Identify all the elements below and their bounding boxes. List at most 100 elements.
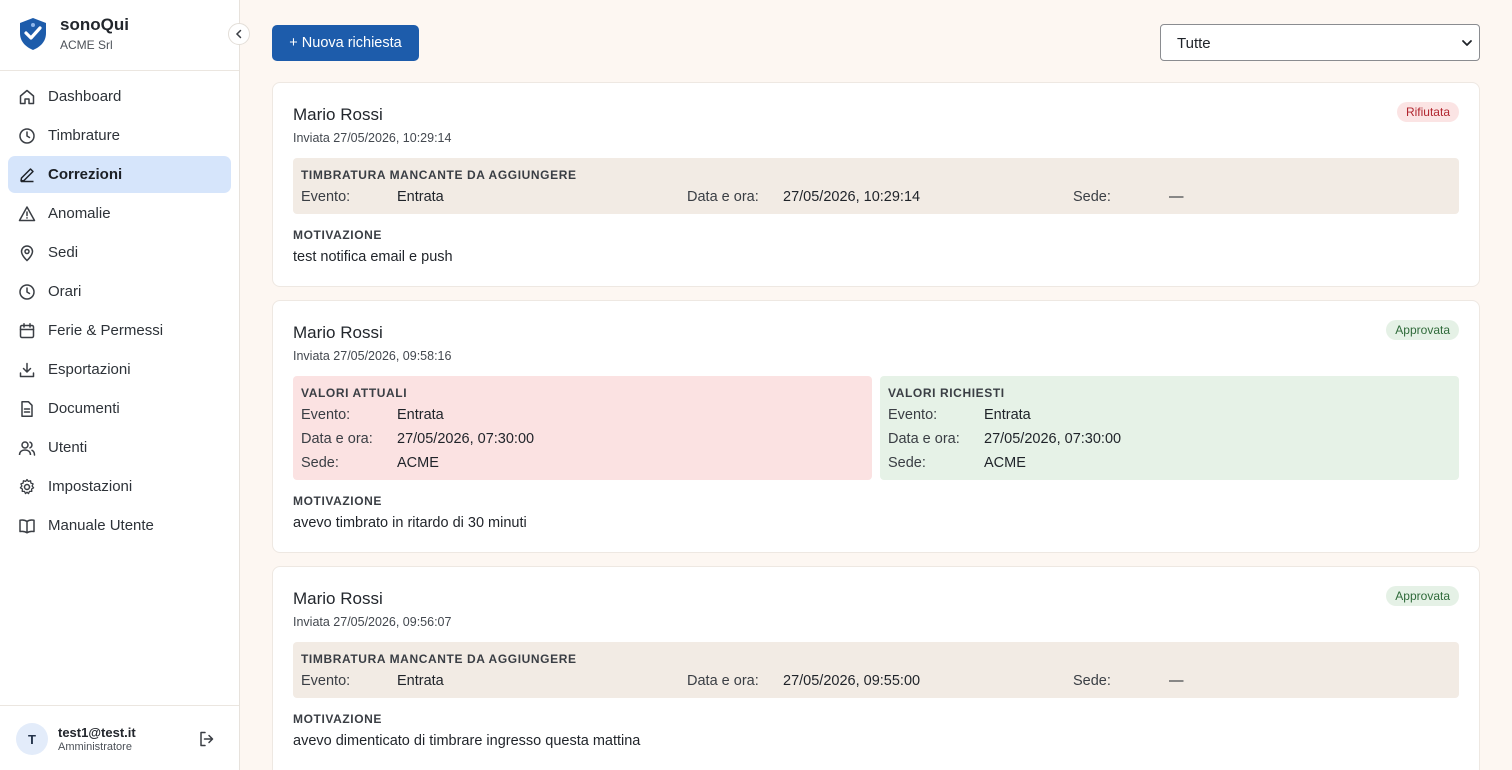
home-icon [19, 89, 35, 105]
sede-value: — [1169, 189, 1184, 205]
sede-value: ACME [397, 455, 439, 471]
request-card: Mario Rossi Inviata 27/05/2026, 09:58:16… [272, 300, 1480, 553]
reason-text: avevo timbrato in ritardo di 30 minuti [293, 515, 527, 531]
chevron-left-icon [235, 29, 242, 39]
request-card: Mario Rossi Inviata 27/05/2026, 10:29:14… [272, 82, 1480, 287]
brand-logo-icon [20, 18, 46, 50]
employee-name: Mario Rossi [293, 323, 383, 342]
request-card: Mario Rossi Inviata 27/05/2026, 09:56:07… [272, 566, 1480, 770]
data-label: Data e ora: [301, 431, 373, 447]
nav-label: Anomalie [48, 205, 111, 222]
data-value: 27/05/2026, 07:30:00 [984, 431, 1122, 447]
sidebar: sonoQui ACME Srl Dashboard Timbrature Co… [0, 0, 250, 770]
sent-timestamp: Inviata 27/05/2026, 09:58:16 [293, 349, 452, 363]
nav-item-orari[interactable]: Orari [8, 273, 231, 310]
collapse-sidebar-button[interactable] [228, 23, 250, 45]
missing-punch-panel: TIMBRATURA MANCANTE DA AGGIUNGERE Evento… [293, 642, 1459, 698]
reason-text: test notifica email e push [293, 249, 453, 265]
data-value: 27/05/2026, 09:55:00 [783, 673, 921, 689]
evento-label: Evento: [888, 407, 938, 423]
nav-item-ferie-permessi[interactable]: Ferie & Permessi [8, 312, 231, 349]
user-role: Amministratore [58, 741, 132, 753]
panel-title: VALORI RICHIESTI [888, 386, 1005, 400]
employee-name: Mario Rossi [293, 589, 383, 608]
nav-item-documenti[interactable]: Documenti [8, 390, 231, 427]
nav-label: Correzioni [48, 166, 123, 183]
sent-timestamp: Inviata 27/05/2026, 09:56:07 [293, 615, 452, 629]
evento-value: Entrata [397, 673, 444, 689]
download-icon [19, 362, 35, 378]
nav-label: Esportazioni [48, 361, 131, 378]
nav-label: Ferie & Permessi [48, 322, 164, 339]
reason-title: MOTIVAZIONE [293, 228, 383, 242]
sede-label: Sede: [1073, 673, 1111, 689]
data-value: 27/05/2026, 10:29:14 [783, 189, 921, 205]
nav-label: Orari [48, 283, 82, 300]
evento-label: Evento: [301, 189, 351, 205]
nav-item-manuale-utente[interactable]: Manuale Utente [8, 507, 231, 544]
avatar: T [16, 723, 48, 755]
nav-item-utenti[interactable]: Utenti [8, 429, 231, 466]
nav-item-anomalie[interactable]: Anomalie [8, 195, 231, 232]
sede-label: Sede: [301, 455, 339, 471]
employee-name: Mario Rossi [293, 105, 383, 124]
missing-punch-panel: TIMBRATURA MANCANTE DA AGGIUNGERE Evento… [293, 158, 1459, 214]
map-pin-icon [20, 245, 34, 262]
warning-icon [18, 206, 36, 222]
evento-value: Entrata [397, 407, 444, 423]
evento-value: Entrata [984, 407, 1031, 423]
nav-item-esportazioni[interactable]: Esportazioni [8, 351, 231, 388]
evento-value: Entrata [397, 189, 444, 205]
sede-value: ACME [984, 455, 1026, 471]
calendar-icon [19, 323, 35, 339]
nav-label: Utenti [48, 439, 88, 456]
new-request-button[interactable]: + Nuova richiesta [272, 25, 419, 61]
user-email: test1@test.it [58, 725, 136, 740]
nav-label: Sedi [48, 244, 79, 261]
current-values-panel: VALORI ATTUALI Evento: Entrata Data e or… [293, 376, 872, 480]
reason-text: avevo dimenticato di timbrare ingresso q… [293, 733, 641, 749]
brand-header: sonoQui ACME Srl [0, 0, 239, 71]
brand-name: sonoQui [60, 15, 129, 34]
nav-label: Documenti [48, 400, 120, 417]
reason-title: MOTIVAZIONE [293, 712, 383, 726]
data-label: Data e ora: [888, 431, 960, 447]
nav-label: Impostazioni [48, 478, 133, 495]
requested-values-panel: VALORI RICHIESTI Evento: Entrata Data e … [880, 376, 1459, 480]
sede-label: Sede: [1073, 189, 1111, 205]
book-icon [19, 519, 35, 534]
status-badge: Approvata [1386, 320, 1459, 340]
data-label: Data e ora: [687, 673, 759, 689]
chevron-down-icon [1462, 40, 1472, 46]
clock-icon [19, 128, 35, 144]
logout-icon[interactable] [198, 730, 216, 748]
data-value: 27/05/2026, 07:30:00 [397, 431, 535, 447]
user-profile: T test1@test.it Amministratore [0, 705, 239, 770]
nav-item-timbrature[interactable]: Timbrature [8, 117, 231, 154]
status-badge: Approvata [1386, 586, 1459, 606]
nav-item-correzioni[interactable]: Correzioni [8, 156, 231, 193]
nav-label: Manuale Utente [48, 517, 154, 534]
nav-item-dashboard[interactable]: Dashboard [8, 78, 231, 115]
pencil-icon [20, 168, 34, 183]
evento-label: Evento: [301, 673, 351, 689]
nav-item-sedi[interactable]: Sedi [8, 234, 231, 271]
panel-title: VALORI ATTUALI [301, 386, 408, 400]
company-name: ACME Srl [60, 38, 113, 52]
status-badge: Rifiutata [1396, 102, 1459, 122]
filter-value: Tutte [1177, 35, 1211, 52]
panel-title: TIMBRATURA MANCANTE DA AGGIUNGERE [301, 168, 577, 182]
nav-item-impostazioni[interactable]: Impostazioni [8, 468, 231, 505]
main-nav: Dashboard Timbrature Correzioni Anomalie… [8, 78, 231, 546]
sede-value: — [1169, 673, 1184, 689]
sede-label: Sede: [888, 455, 926, 471]
reason-title: MOTIVAZIONE [293, 494, 383, 508]
status-filter-select[interactable]: Tutte [1160, 24, 1480, 61]
nav-label: Dashboard [48, 88, 122, 105]
evento-label: Evento: [301, 407, 351, 423]
users-icon [18, 441, 36, 456]
gear-icon [19, 478, 35, 495]
data-label: Data e ora: [687, 189, 759, 205]
nav-label: Timbrature [48, 127, 120, 144]
document-icon [21, 401, 33, 417]
